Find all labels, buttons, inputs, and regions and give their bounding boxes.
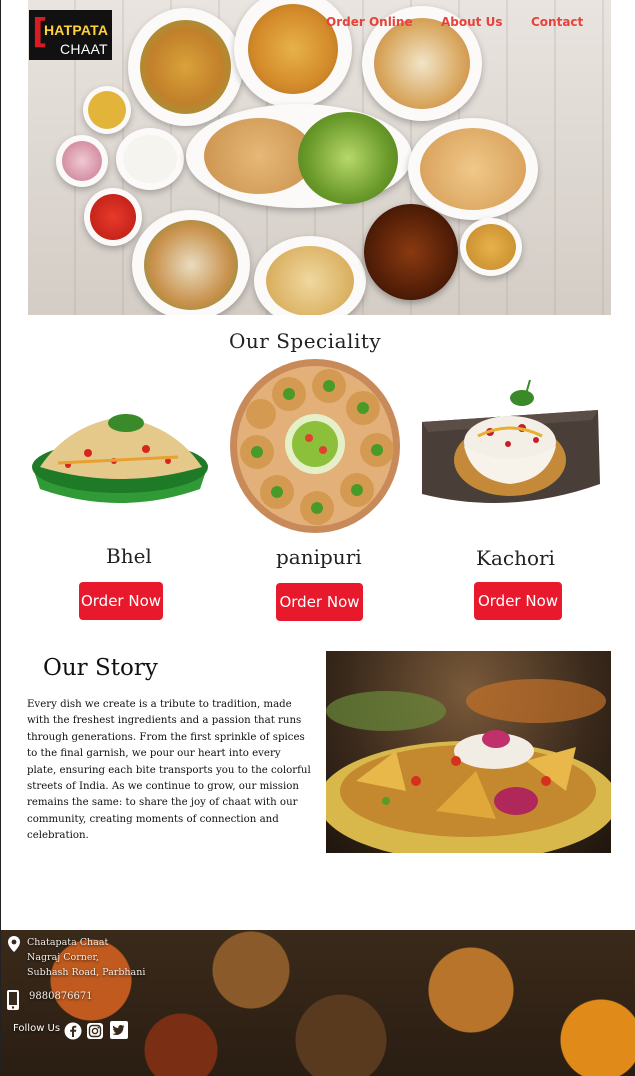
hero-plate-papdi	[254, 236, 366, 315]
brand-logo[interactable]: [ HATPATA CHAAT	[29, 10, 112, 60]
hero-plate-bhel	[128, 8, 243, 126]
address-line-3: Subhash Road, Parbhani	[27, 967, 146, 978]
story-image-art	[326, 679, 611, 853]
page-left-border	[0, 0, 1, 1076]
logo-text-line2: CHAAT	[60, 41, 108, 57]
hero-platter-puris	[186, 104, 412, 208]
hero-bowl-chickpeas	[460, 218, 522, 276]
story-title: Our Story	[43, 655, 158, 681]
footer: Chatapata Chaat Nagraj Corner, Subhash R…	[1, 930, 635, 1076]
nav-contact[interactable]: Contact	[531, 15, 583, 29]
hero-bowl-sev	[83, 86, 131, 134]
nav-about-us[interactable]: About Us	[441, 15, 502, 29]
hero-banner	[28, 0, 611, 315]
hero-bowl-onion	[56, 135, 108, 187]
hero-bowl-chutney	[364, 204, 458, 300]
story-paragraph: Every dish we create is a tribute to tra…	[27, 699, 311, 842]
location-pin-icon	[8, 936, 20, 952]
hero-plate-golgappa	[408, 118, 538, 220]
hero-bowl-curd	[116, 128, 184, 190]
dish-name-kachori: Kachori	[476, 546, 555, 570]
footer-phone[interactable]: 9880876671	[29, 991, 93, 1002]
order-now-button-bhel[interactable]: Order Now	[79, 582, 163, 620]
instagram-icon[interactable]	[86, 1022, 104, 1040]
address-line-2: Nagraj Corner,	[27, 952, 100, 963]
story-image	[326, 651, 611, 853]
mobile-phone-icon	[7, 990, 19, 1010]
follow-us-label: Follow Us	[13, 1023, 61, 1034]
address-line-1: Chatapata Chaat	[27, 937, 109, 948]
twitter-icon[interactable]	[109, 1020, 129, 1040]
panipuri-image	[230, 359, 400, 533]
dish-name-panipuri: panipuri	[276, 545, 362, 569]
dish-name-bhel: Bhel	[106, 544, 152, 568]
logo-text-line1: HATPATA	[44, 22, 109, 38]
footer-address: Chatapata Chaat Nagraj Corner, Subhash R…	[27, 935, 145, 980]
hero-bowl-tomato	[84, 188, 142, 246]
speciality-title: Our Speciality	[229, 329, 382, 353]
hero-plate-chaat	[132, 210, 250, 315]
nav-order-online[interactable]: Order Online	[326, 15, 413, 29]
kachori-image	[422, 379, 600, 503]
order-now-button-panipuri[interactable]: Order Now	[276, 583, 363, 621]
order-now-button-kachori[interactable]: Order Now	[474, 582, 562, 620]
bhel-image	[32, 414, 208, 503]
facebook-icon[interactable]	[64, 1022, 82, 1040]
